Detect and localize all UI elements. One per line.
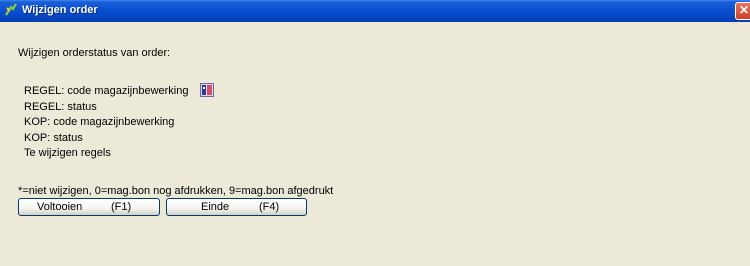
window-title: Wijzigen order [22, 4, 98, 16]
title-bar[interactable]: Wijzigen order ✕ [0, 0, 750, 22]
einde-label: Einde [201, 201, 230, 213]
close-icon: ✕ [738, 3, 750, 17]
field-label-kop-status: KOP: status [24, 131, 83, 144]
dialog-window: Wijzigen order ✕ Wijzigen orderstatus va… [0, 0, 750, 266]
app-icon [4, 3, 18, 17]
field-label-te-wijzigen: Te wijzigen regels [24, 147, 111, 159]
field-label-kop-code: KOP: code magazijnbewerking [24, 116, 175, 128]
einde-shortcut: (F4) [259, 201, 280, 213]
info-icon[interactable] [199, 83, 214, 98]
field-label-regel-status: REGEL: status [24, 100, 97, 113]
voltooien-shortcut: (F1) [111, 201, 132, 213]
legend-note: *=niet wijzigen, 0=mag.bon nog afdrukken… [18, 185, 334, 197]
einde-button[interactable]: Einde (F4) [166, 198, 307, 216]
dialog-heading: Wijzigen orderstatus van order: [18, 47, 171, 59]
voltooien-label: Voltooien [37, 201, 83, 213]
status-field-list: REGEL: code magazijnbewerking REGEL: sta… [24, 83, 214, 162]
field-label-regel-code: REGEL: code magazijnbewerking [24, 83, 214, 100]
dialog-content: Wijzigen orderstatus van order: REGEL: c… [0, 22, 750, 266]
voltooien-button[interactable]: Voltooien (F1) [18, 198, 160, 216]
close-button[interactable]: ✕ [735, 2, 750, 20]
